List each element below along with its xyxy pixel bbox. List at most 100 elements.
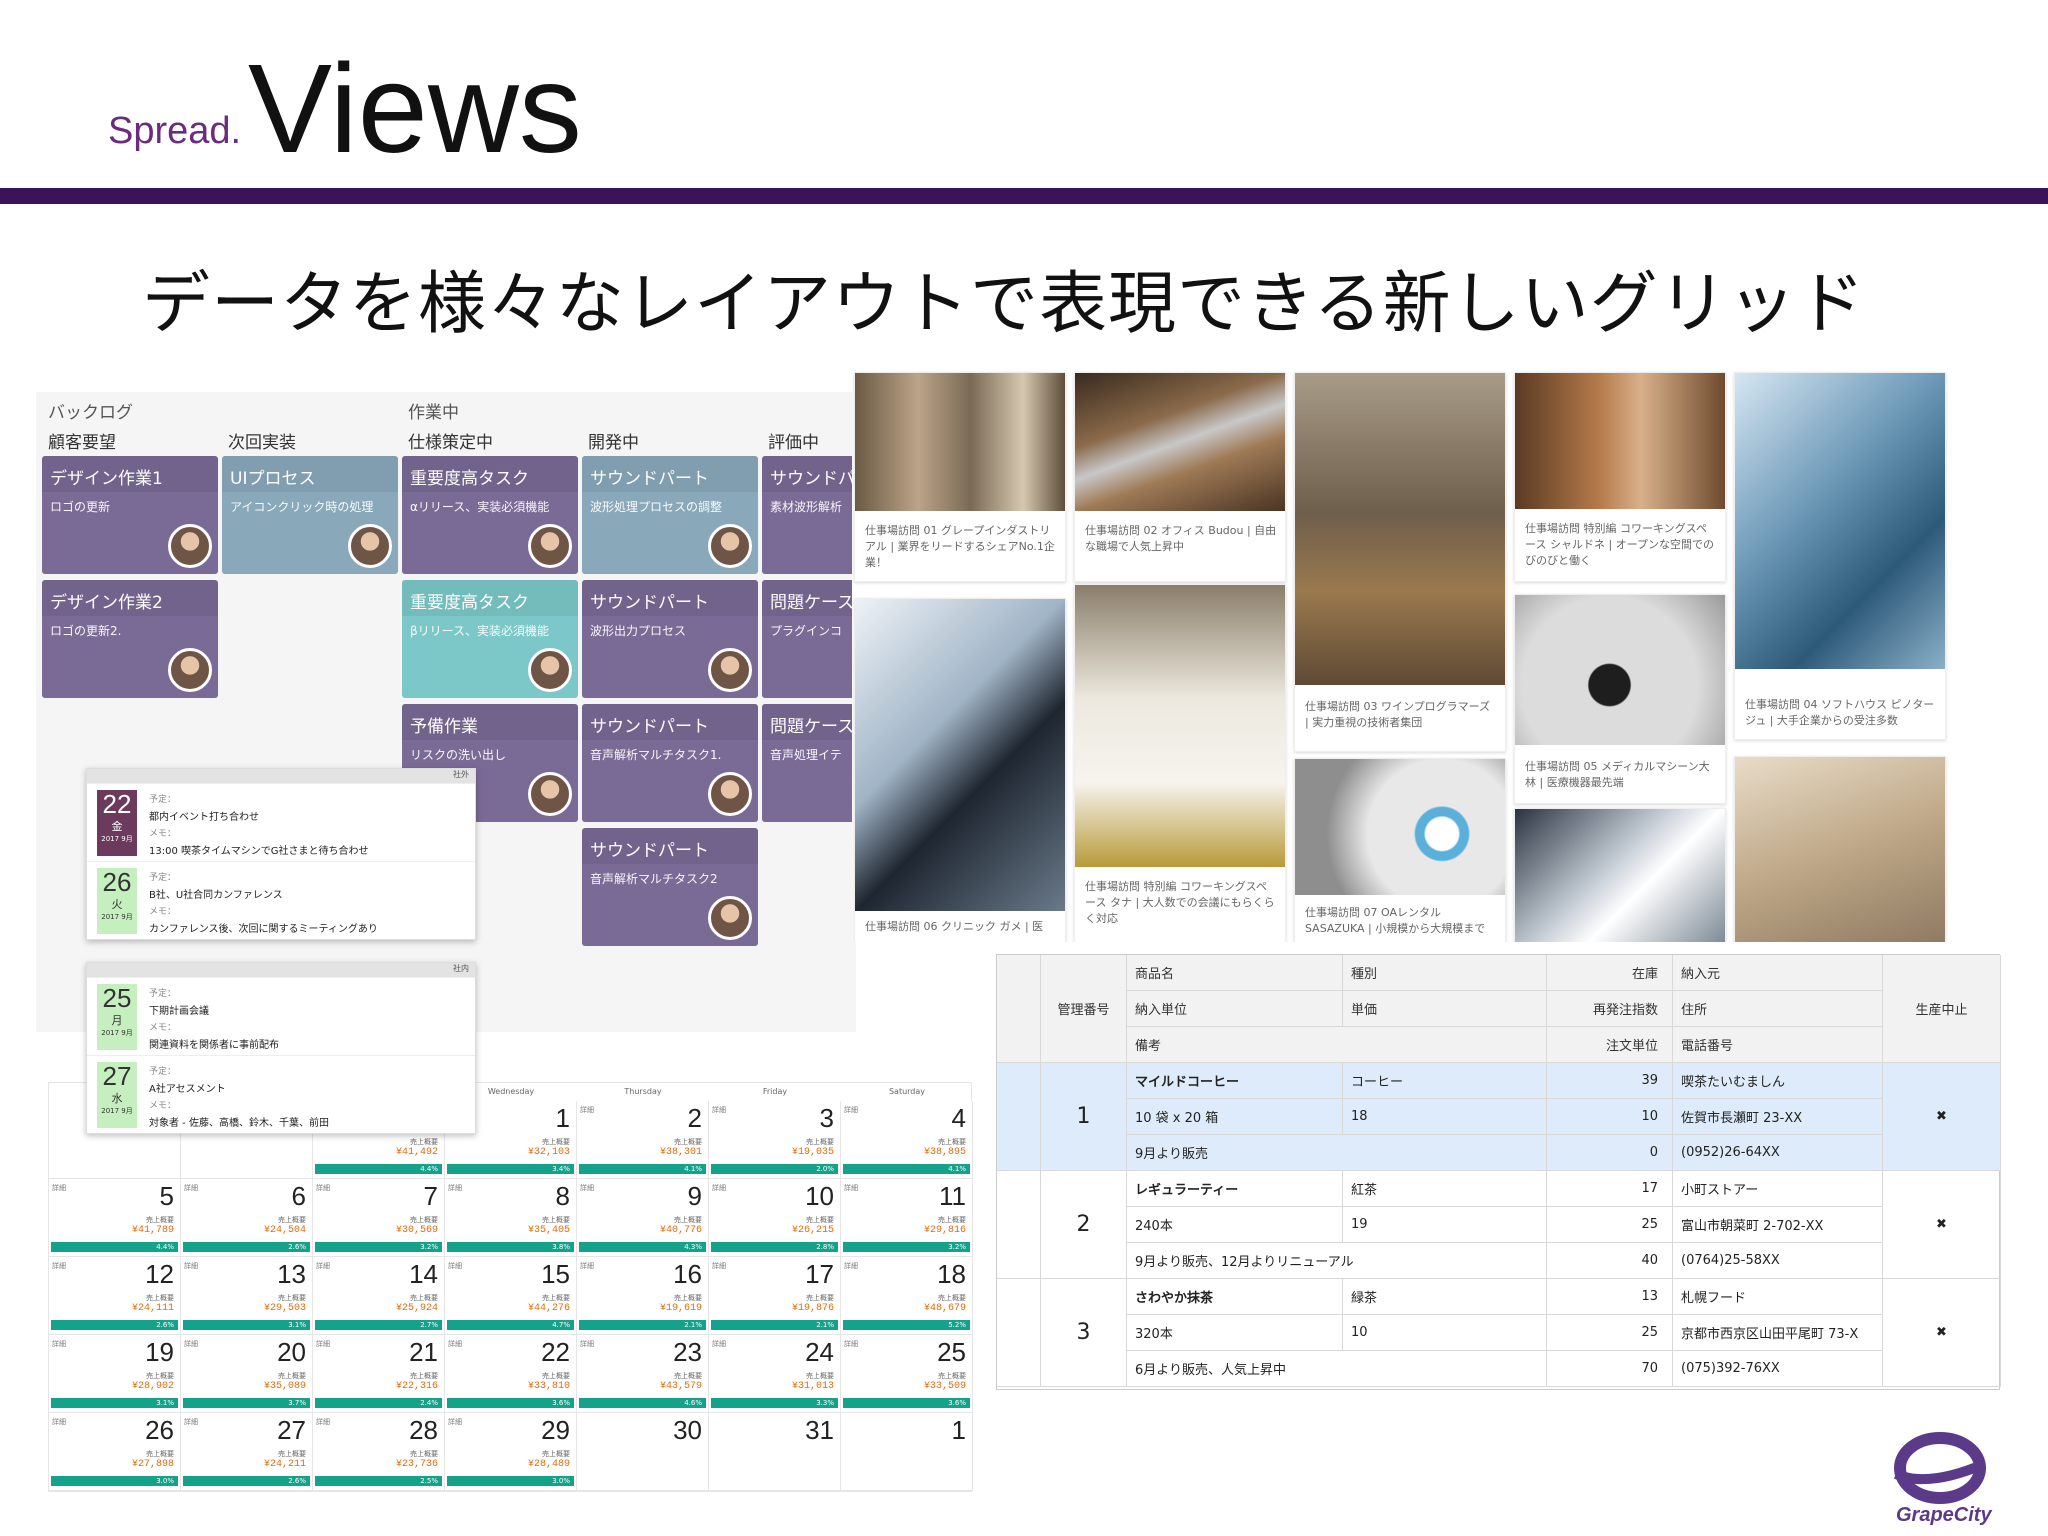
calendar-day-cell[interactable]: 詳細 16 売上概要 ¥19,619 2.1%: [577, 1257, 709, 1335]
kanban-card[interactable]: サウンドパート 音声解析マルチタスク1.: [582, 704, 758, 822]
calendar-day-cell[interactable]: 詳細 28 売上概要 ¥23,736 2.5%: [313, 1413, 445, 1491]
column-header-id[interactable]: 管理番号: [1041, 955, 1127, 1063]
photo-card[interactable]: [1514, 808, 1726, 942]
kanban-card[interactable]: 重要度高タスク αリリース、実装必須機能: [402, 456, 578, 574]
cell-stock[interactable]: 17: [1547, 1171, 1673, 1207]
cell-name[interactable]: マイルドコーヒー: [1127, 1063, 1343, 1099]
calendar-day-cell[interactable]: 詳細 29 売上概要 ¥28,489 3.0%: [445, 1413, 577, 1491]
detail-tag[interactable]: 詳細: [316, 1261, 330, 1271]
schedule-item[interactable]: 22 金 2017 9月 予定： 都内イベント打ち合わせ メモ： 13:00 喫茶タイムマ…: [87, 783, 475, 861]
calendar-day-cell[interactable]: 詳細 7 売上概要 ¥30,569 3.2%: [313, 1179, 445, 1257]
calendar-day-cell[interactable]: 詳細 18 売上概要 ¥48,679 5.2%: [841, 1257, 973, 1335]
calendar-day-cell[interactable]: 詳細 20 売上概要 ¥35,089 3.7%: [181, 1335, 313, 1413]
cell-kind[interactable]: 緑茶: [1343, 1279, 1547, 1315]
cell-reorder[interactable]: 10: [1547, 1099, 1673, 1135]
calendar-day-cell[interactable]: 詳細 2 売上概要 ¥38,301 4.1%: [577, 1101, 709, 1179]
column-header-vendor[interactable]: 納入元: [1673, 955, 1883, 991]
column-header-phone[interactable]: 電話番号: [1673, 1027, 1883, 1063]
cell-phone[interactable]: (0952)26-64XX: [1673, 1135, 1883, 1171]
cell-note[interactable]: 9月より販売: [1127, 1135, 1547, 1171]
detail-tag[interactable]: 詳細: [448, 1183, 462, 1193]
calendar-day-cell[interactable]: 詳細 22 売上概要 ¥33,810 3.6%: [445, 1335, 577, 1413]
cell-stock[interactable]: 13: [1547, 1279, 1673, 1315]
calendar-day-cell[interactable]: 31: [709, 1413, 841, 1491]
calendar-day-cell[interactable]: 詳細 27 売上概要 ¥24,211 2.6%: [181, 1413, 313, 1491]
calendar-day-cell[interactable]: 詳細 23 売上概要 ¥43,579 4.6%: [577, 1335, 709, 1413]
photo-card[interactable]: 仕事場訪問 04 ソフトハウス ピノタージュ | 大手企業からの受注多数: [1734, 372, 1946, 740]
cell-kind[interactable]: コーヒー: [1343, 1063, 1547, 1099]
detail-tag[interactable]: 詳細: [580, 1183, 594, 1193]
cell-phone[interactable]: (075)392-76XX: [1673, 1351, 1883, 1387]
cell-reorder[interactable]: 25: [1547, 1315, 1673, 1351]
detail-tag[interactable]: 詳細: [844, 1339, 858, 1349]
cell-discontinued[interactable]: ✖: [1883, 1063, 2001, 1171]
calendar-day-cell[interactable]: 詳細 21 売上概要 ¥22,316 2.4%: [313, 1335, 445, 1413]
column-header-price[interactable]: 単価: [1343, 991, 1547, 1027]
cell-stock[interactable]: 39: [1547, 1063, 1673, 1099]
photo-card[interactable]: 仕事場訪問 05 メディカルマシーン大林 | 医療機器最先端: [1514, 594, 1726, 804]
cell-unit[interactable]: 320本: [1127, 1315, 1343, 1351]
calendar-day-cell[interactable]: 詳細 4 売上概要 ¥38,895 4.1%: [841, 1101, 973, 1179]
calendar-day-cell[interactable]: 詳細 3 売上概要 ¥19,035 2.0%: [709, 1101, 841, 1179]
calendar-day-cell[interactable]: 詳細 14 売上概要 ¥25,924 2.7%: [313, 1257, 445, 1335]
detail-tag[interactable]: 詳細: [52, 1417, 66, 1427]
calendar-day-cell[interactable]: 30: [577, 1413, 709, 1491]
calendar-day-cell[interactable]: 詳細 26 売上概要 ¥27,898 3.0%: [49, 1413, 181, 1491]
kanban-card[interactable]: UIプロセス アイコンクリック時の処理: [222, 456, 398, 574]
cell-discontinued[interactable]: ✖: [1883, 1279, 2001, 1387]
detail-tag[interactable]: 詳細: [712, 1105, 726, 1115]
detail-tag[interactable]: 詳細: [448, 1339, 462, 1349]
detail-tag[interactable]: 詳細: [52, 1339, 66, 1349]
detail-tag[interactable]: 詳細: [316, 1183, 330, 1193]
photo-card[interactable]: 仕事場訪問 02 オフィス Budou | 自由な職場で人気上昇中: [1074, 372, 1286, 582]
cell-order-unit[interactable]: 0: [1547, 1135, 1673, 1171]
detail-tag[interactable]: 詳細: [580, 1105, 594, 1115]
column-header-kind[interactable]: 種別: [1343, 955, 1547, 991]
calendar-day-cell[interactable]: 詳細 25 売上概要 ¥33,509 3.6%: [841, 1335, 973, 1413]
detail-tag[interactable]: 詳細: [844, 1261, 858, 1271]
cell-id[interactable]: 2: [1041, 1171, 1127, 1279]
cell-address[interactable]: 佐賀市長瀬町 23-XX: [1673, 1099, 1883, 1135]
kanban-card[interactable]: デザイン作業2 ロゴの更新2.: [42, 580, 218, 698]
cell-name[interactable]: レギュラーティー: [1127, 1171, 1343, 1207]
detail-tag[interactable]: 詳細: [712, 1261, 726, 1271]
cell-address[interactable]: 富山市朝菜町 2-702-XX: [1673, 1207, 1883, 1243]
photo-card[interactable]: 仕事場訪問 06 クリニック ガメ | 医: [854, 598, 1066, 942]
row-header[interactable]: [997, 1063, 1041, 1171]
detail-tag[interactable]: 詳細: [184, 1339, 198, 1349]
detail-tag[interactable]: 詳細: [448, 1417, 462, 1427]
photo-card[interactable]: 仕事場訪問 07 OAレンタル SASAZUKA | 小規模から大規模まで: [1294, 758, 1506, 942]
calendar-day-cell[interactable]: 詳細 15 売上概要 ¥44,276 4.7%: [445, 1257, 577, 1335]
photo-card[interactable]: 仕事場訪問 特別編 コワーキングスペース シャルドネ | オープンな空間でのびの…: [1514, 372, 1726, 582]
calendar-day-cell[interactable]: 詳細 24 売上概要 ¥31,013 3.3%: [709, 1335, 841, 1413]
calendar-day-cell[interactable]: 詳細 8 売上概要 ¥35,405 3.8%: [445, 1179, 577, 1257]
cell-vendor[interactable]: 喫茶たいむましん: [1673, 1063, 1883, 1099]
calendar-day-cell[interactable]: 詳細 17 売上概要 ¥19,876 2.1%: [709, 1257, 841, 1335]
column-header-note[interactable]: 備考: [1127, 1027, 1547, 1063]
cell-price[interactable]: 18: [1343, 1099, 1547, 1135]
calendar-day-cell[interactable]: 詳細 12 売上概要 ¥24,111 2.6%: [49, 1257, 181, 1335]
photo-card[interactable]: 仕事場訪問 01 グレープインダストリアル | 業界をリードするシェアNo.1企…: [854, 372, 1066, 582]
detail-tag[interactable]: 詳細: [316, 1417, 330, 1427]
detail-tag[interactable]: 詳細: [844, 1183, 858, 1193]
cell-address[interactable]: 京都市西京区山田平尾町 73-X: [1673, 1315, 1883, 1351]
detail-tag[interactable]: 詳細: [52, 1183, 66, 1193]
column-header-discontinued[interactable]: 生産中止: [1883, 955, 2001, 1063]
cell-unit[interactable]: 240本: [1127, 1207, 1343, 1243]
cell-phone[interactable]: (0764)25-58XX: [1673, 1243, 1883, 1279]
kanban-card[interactable]: 問題ケース 音声処理イテ: [762, 704, 856, 822]
column-header-reorder[interactable]: 再発注指数: [1547, 991, 1673, 1027]
detail-tag[interactable]: 詳細: [184, 1261, 198, 1271]
kanban-card[interactable]: 重要度高タスク βリリース、実装必須機能: [402, 580, 578, 698]
detail-tag[interactable]: 詳細: [580, 1339, 594, 1349]
calendar-day-cell[interactable]: 詳細 11 売上概要 ¥29,816 3.2%: [841, 1179, 973, 1257]
cell-reorder[interactable]: 25: [1547, 1207, 1673, 1243]
cell-note[interactable]: 9月より販売、12月よりリニューアル: [1127, 1243, 1547, 1279]
schedule-item[interactable]: 25 月 2017 9月 予定： 下期計画会議 メモ： 関連資料を関係者に事前配布: [87, 977, 475, 1055]
column-header-address[interactable]: 住所: [1673, 991, 1883, 1027]
detail-tag[interactable]: 詳細: [712, 1339, 726, 1349]
kanban-card[interactable]: デザイン作業1 ロゴの更新: [42, 456, 218, 574]
detail-tag[interactable]: 詳細: [448, 1261, 462, 1271]
column-header-order-unit[interactable]: 注文単位: [1547, 1027, 1673, 1063]
calendar-day-cell[interactable]: 詳細 13 売上概要 ¥29,503 3.1%: [181, 1257, 313, 1335]
